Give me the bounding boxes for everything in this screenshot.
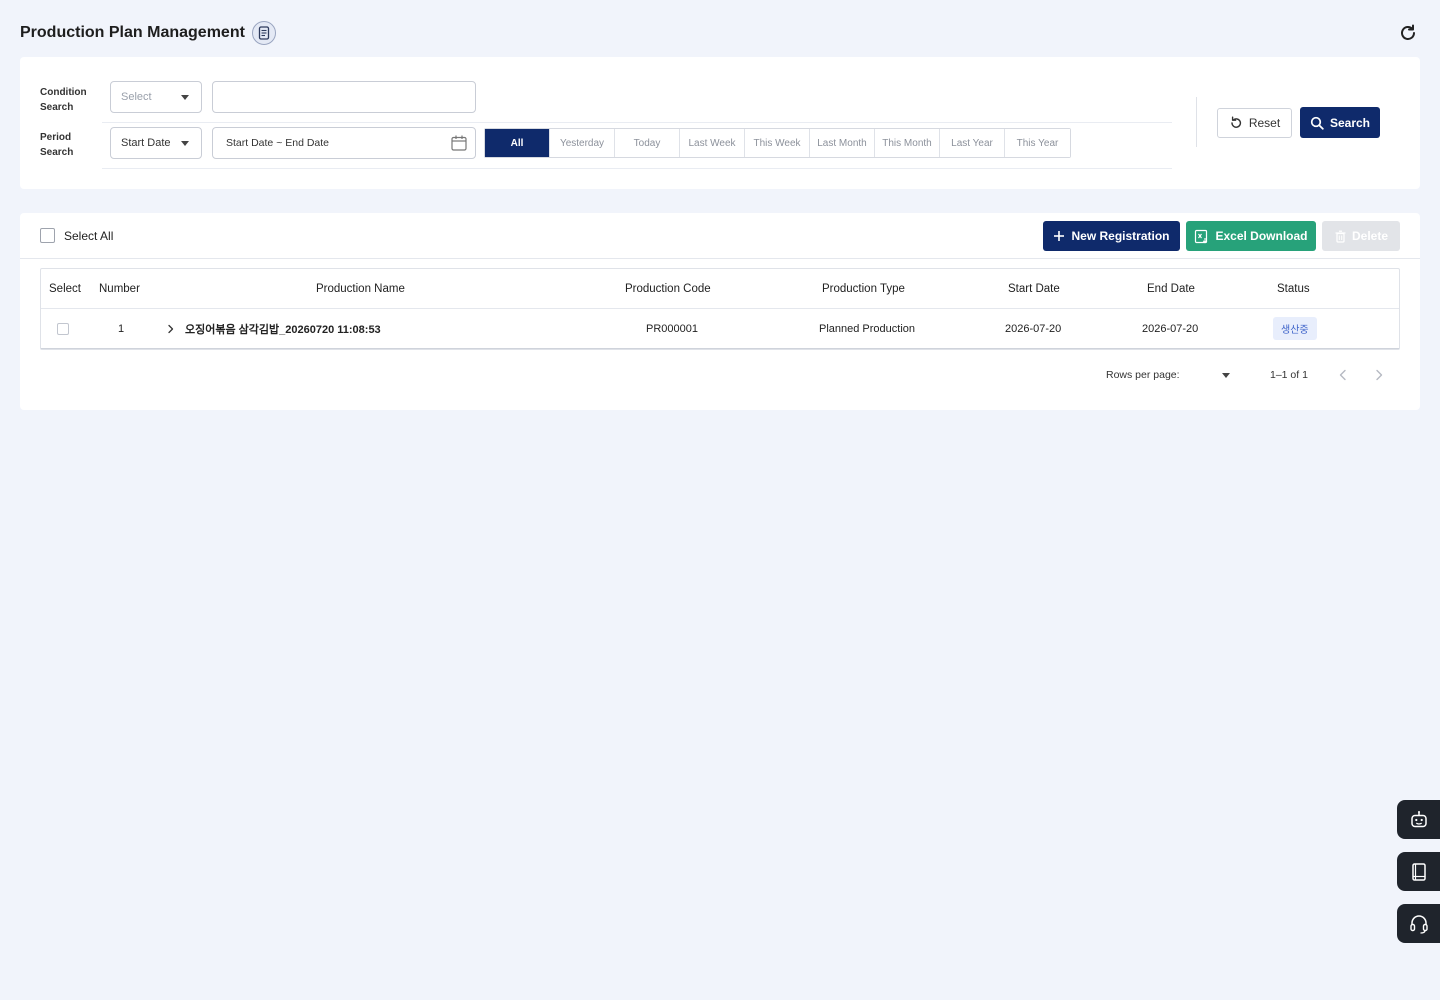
trash-icon [1335,230,1346,243]
chevron-right-icon[interactable] [166,324,176,334]
column-header-production-name[interactable]: Production Name [316,283,405,295]
period-this-year-button[interactable]: This Year [1005,129,1070,157]
row-production-name[interactable]: 오징어볶음 삼각김밥_20260720 11:08:53 [185,321,381,337]
row-number: 1 [118,322,125,335]
table-header: Select Number Production Name Production… [41,269,1399,309]
page-title: Production Plan Management [20,24,245,41]
column-header-start-date[interactable]: Start Date [1008,283,1060,295]
period-select[interactable]: Start Date [110,127,202,159]
condition-search-input[interactable] [212,81,476,113]
page-header: Production Plan Management [20,20,1420,46]
reset-icon [1231,116,1241,128]
period-yesterday-button[interactable]: Yesterday [550,129,615,157]
vertical-divider [1196,97,1197,147]
chevron-right-icon[interactable] [1372,368,1386,382]
row-production-type: Planned Production [819,322,916,335]
period-today-button[interactable]: Today [615,129,680,157]
table-row[interactable]: 1 오징어볶음 삼각김밥_20260720 11:08:53 PR000001 … [41,309,1399,349]
excel-icon [1195,229,1208,243]
calendar-icon[interactable] [450,134,468,152]
row-divider [102,122,1172,123]
period-this-week-button[interactable]: This Week [745,129,810,157]
period-last-month-button[interactable]: Last Month [810,129,875,157]
status-badge: 생산중 [1273,317,1317,340]
list-toolbar: Select All New Registration Excel Downlo… [20,213,1420,259]
robot-icon [1410,810,1427,827]
period-quick-select: All Yesterday Today Last Week This Week … [484,128,1071,158]
document-icon[interactable] [251,21,276,45]
condition-search-label: Condition Search [40,87,87,113]
headset-icon [1409,914,1428,934]
search-button[interactable]: Search [1300,107,1380,138]
excel-download-button[interactable]: Excel Download [1186,221,1316,251]
delete-button[interactable]: Delete [1322,221,1400,251]
row-start-date: 2026-07-20 [1005,322,1062,335]
search-panel: Condition Search Select Period Search St… [20,57,1420,189]
column-header-select[interactable]: Select [49,283,81,295]
period-last-week-button[interactable]: Last Week [680,129,745,157]
period-this-month-button[interactable]: This Month [875,129,940,157]
support-button[interactable] [1397,904,1440,943]
chevron-down-icon [181,141,189,146]
period-search-label: Period Search [40,132,74,158]
list-panel: Select All New Registration Excel Downlo… [20,213,1420,410]
rows-per-page-label: Rows per page: [1106,369,1180,381]
chevron-left-icon[interactable] [1336,368,1350,382]
period-all-button[interactable]: All [485,129,550,157]
column-header-production-type[interactable]: Production Type [822,283,905,295]
plus-icon [1054,231,1065,241]
pagination: Rows per page: 1–1 of 1 [20,363,1420,387]
production-table: Select Number Production Name Production… [40,268,1400,350]
reset-button[interactable]: Reset [1217,108,1292,138]
column-header-end-date[interactable]: End Date [1147,283,1195,295]
column-header-number[interactable]: Number [99,283,140,295]
row-divider [102,168,1172,169]
column-header-status[interactable]: Status [1277,283,1310,295]
select-all-checkbox[interactable] [40,228,55,243]
row-production-code: PR000001 [646,322,698,335]
condition-select[interactable]: Select [110,81,202,113]
column-header-production-code[interactable]: Production Code [625,283,711,295]
row-checkbox[interactable] [57,323,69,335]
book-icon [1411,862,1426,881]
manual-button[interactable] [1397,852,1440,891]
chevron-down-icon [181,95,189,100]
page-info: 1–1 of 1 [1270,369,1308,381]
chatbot-button[interactable] [1397,800,1440,839]
chevron-down-icon[interactable] [1222,373,1230,378]
date-range-picker[interactable]: Start Date ~ End Date [212,127,476,159]
period-last-year-button[interactable]: Last Year [940,129,1005,157]
select-all[interactable]: Select All [40,228,113,243]
row-end-date: 2026-07-20 [1142,322,1199,335]
search-icon [1310,116,1324,130]
refresh-icon[interactable] [1398,23,1418,43]
new-registration-button[interactable]: New Registration [1043,221,1180,251]
